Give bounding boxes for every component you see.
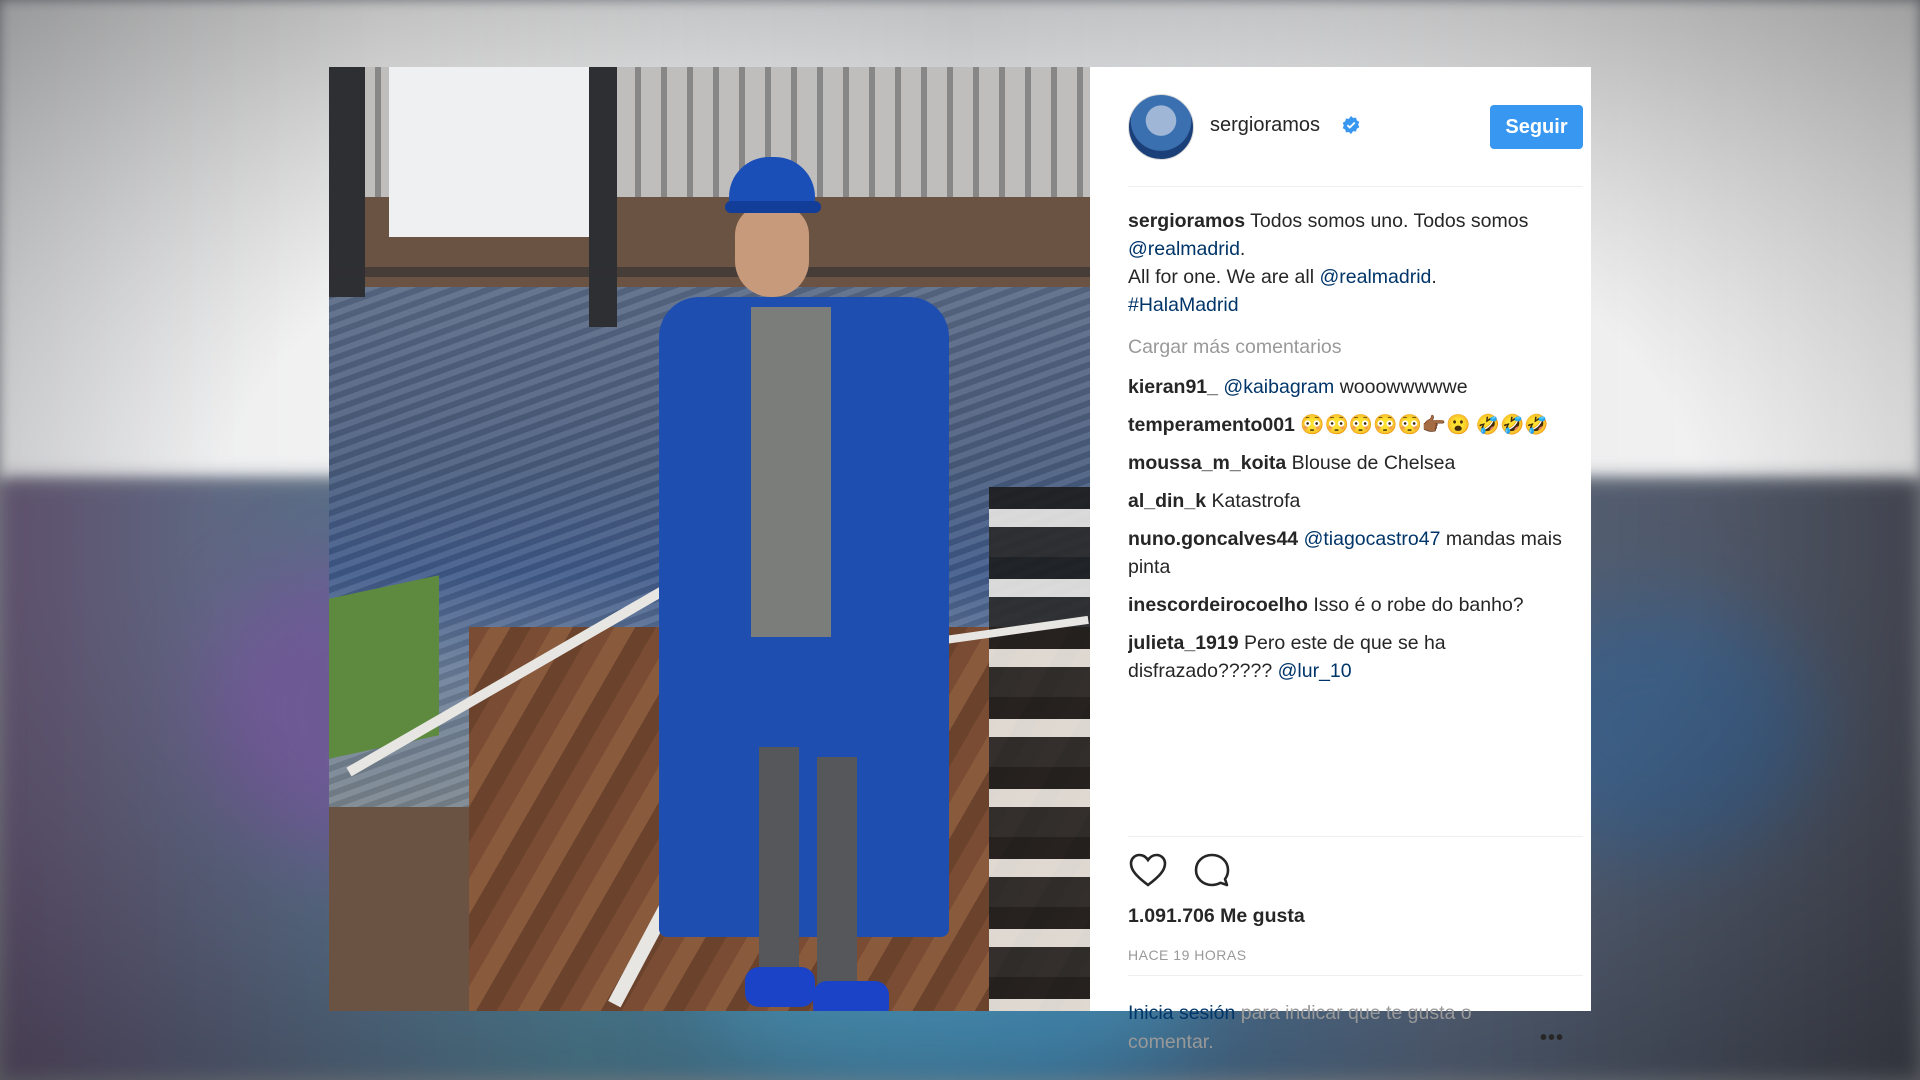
login-link[interactable]: Inicia sesión (1128, 1002, 1235, 1024)
post-photo (329, 67, 1090, 1011)
comment-text: Katastrofa (1211, 490, 1301, 512)
footer-divider (1128, 975, 1583, 976)
comment-username[interactable]: julieta_1919 (1128, 632, 1239, 654)
comment-username[interactable]: inescordeirocoelho (1128, 594, 1308, 616)
comment-item: moussa_m_koita Blouse de Chelsea (1128, 449, 1583, 477)
avatar[interactable] (1128, 94, 1194, 160)
heart-icon[interactable] (1128, 851, 1168, 891)
comment-text: Blouse de Chelsea (1291, 452, 1456, 474)
load-more-comments[interactable]: Cargar más comentarios (1128, 333, 1583, 361)
comment-icon[interactable] (1192, 851, 1232, 891)
comment-item: al_din_k Katastrofa (1128, 487, 1583, 515)
post-caption: sergioramos Todos somos uno. Todos somos… (1128, 210, 1529, 316)
post-header: sergioramos Seguir (1090, 67, 1591, 187)
caption-mention[interactable]: @realmadrid (1319, 266, 1431, 288)
action-bar (1128, 851, 1583, 891)
comment-username[interactable]: nuno.goncalves44 (1128, 528, 1298, 550)
comment-mention[interactable]: @kaibagram (1223, 376, 1334, 398)
instagram-post: sergioramos Seguir sergioramos Todos som… (329, 67, 1591, 1053)
comment-username[interactable]: moussa_m_koita (1128, 452, 1286, 474)
comment-item: inescordeirocoelho Isso é o robe do banh… (1128, 591, 1583, 619)
caption-mention[interactable]: @realmadrid (1128, 238, 1240, 260)
follow-button[interactable]: Seguir (1490, 105, 1583, 149)
comment-text: wooowwwwwe (1339, 376, 1468, 398)
header-divider (1128, 186, 1583, 187)
header-username[interactable]: sergioramos (1210, 114, 1320, 137)
post-timestamp: HACE 19 HORAS (1128, 947, 1247, 963)
comment-username[interactable]: al_din_k (1128, 490, 1206, 512)
caption-hashtag[interactable]: #HalaMadrid (1128, 294, 1239, 316)
comment-item: nuno.goncalves44 @tiagocastro47 mandas m… (1128, 525, 1583, 581)
more-options-icon[interactable]: ••• (1540, 1027, 1564, 1050)
comment-item: temperamento001 😳😳😳😳😳👉🏾😮 🤣🤣🤣 (1128, 411, 1583, 439)
comments-divider (1128, 836, 1583, 837)
caption-username[interactable]: sergioramos (1128, 210, 1245, 232)
comment-item: kieran91_ @kaibagram wooowwwwwe (1128, 373, 1583, 401)
verified-badge-icon (1342, 116, 1360, 134)
comment-username[interactable]: temperamento001 (1128, 414, 1295, 436)
person-figure (659, 157, 959, 1011)
comments-list: sergioramos Todos somos uno. Todos somos… (1128, 207, 1583, 833)
comment-text: 😳😳😳😳😳👉🏾😮 🤣🤣🤣 (1300, 414, 1549, 436)
comment-mention[interactable]: @tiagocastro47 (1304, 528, 1441, 550)
comment-username[interactable]: kieran91_ (1128, 376, 1218, 398)
post-sidebar: sergioramos Seguir sergioramos Todos som… (1090, 67, 1591, 1053)
login-prompt: Inicia sesión para indicar que te gusta … (1128, 1002, 1472, 1053)
comment-item: julieta_1919 Pero este de que se ha disf… (1128, 629, 1583, 685)
comment-text: Isso é o robe do banho? (1313, 594, 1524, 616)
likes-count[interactable]: 1.091.706 Me gusta (1128, 905, 1305, 928)
comment-mention[interactable]: @lur_10 (1278, 660, 1352, 682)
